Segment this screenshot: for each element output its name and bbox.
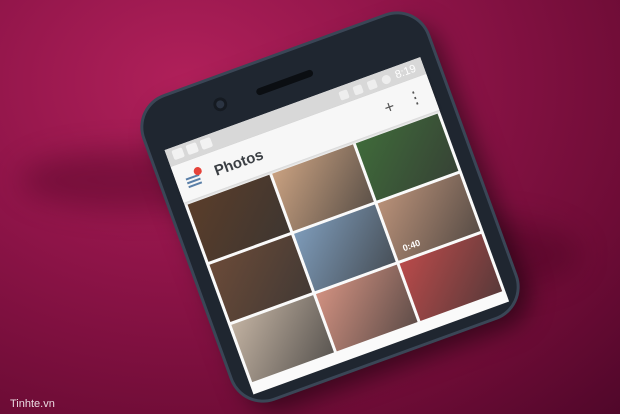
overflow-menu-icon[interactable]: ⋮ — [404, 86, 427, 111]
signal-icon — [365, 78, 378, 91]
location-icon — [337, 88, 350, 101]
gallery-icon — [171, 147, 186, 161]
camera-icon — [185, 142, 200, 156]
add-icon[interactable]: + — [382, 97, 398, 119]
battery-icon — [379, 73, 392, 85]
phone: 8:19 Photos + ⋮ 0:40 — [134, 5, 526, 409]
watermark: Tinhte.vn — [10, 398, 55, 410]
menu-icon[interactable] — [184, 165, 204, 189]
video-duration: 0:40 — [401, 237, 422, 254]
wifi-icon — [351, 83, 364, 96]
speaker-grille — [255, 68, 315, 97]
front-camera — [211, 95, 230, 114]
camera-icon — [199, 136, 214, 151]
